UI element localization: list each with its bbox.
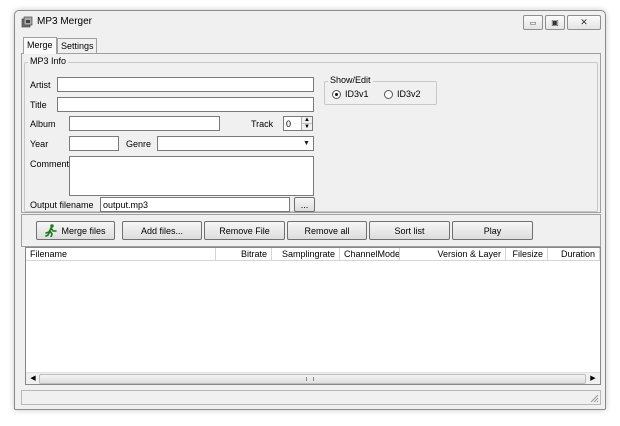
file-list[interactable]: Filename Bitrate Samplingrate ChannelMod… [25,247,601,385]
browse-button[interactable]: ... [294,197,315,212]
merge-files-label: Merge files [61,225,106,236]
add-files-button[interactable]: Add files... [122,221,202,240]
main-window: MP3 Merger ▭ ▣ ✕ Merge Settings MP3 Info… [14,10,606,410]
genre-select[interactable]: ▼ [157,136,314,151]
title-field[interactable] [57,97,314,112]
artist-field[interactable] [57,77,314,92]
genre-label: Genre [126,139,152,149]
running-man-icon [45,224,58,237]
comment-label: Comment [30,159,70,169]
spin-down-icon[interactable]: ▼ [302,124,312,130]
horizontal-scrollbar[interactable]: ◀ ▶ [26,372,600,384]
tab-settings-label: Settings [61,41,94,51]
tab-merge[interactable]: Merge [23,37,57,54]
status-bar [21,390,601,405]
tab-settings[interactable]: Settings [57,38,97,54]
column-filesize[interactable]: Filesize [506,248,548,261]
file-list-header: Filename Bitrate Samplingrate ChannelMod… [26,248,600,261]
comment-field[interactable] [69,156,314,196]
column-samplingrate[interactable]: Samplingrate [272,248,340,261]
maximize-button[interactable]: ▣ [545,15,565,30]
track-value: 0 [286,119,292,129]
show-edit-legend: Show/Edit [328,75,373,85]
arrow-left-icon[interactable]: ◀ [28,374,38,384]
play-button[interactable]: Play [452,221,533,240]
spin-up-icon[interactable]: ▲ [302,117,312,124]
chevron-down-icon[interactable]: ▼ [301,137,312,150]
remove-all-button[interactable]: Remove all [287,221,367,240]
track-spinner[interactable]: 0 ▲ ▼ [283,116,313,131]
minimize-button[interactable]: ▭ [523,15,543,30]
column-filename[interactable]: Filename [26,248,216,261]
sort-list-button[interactable]: Sort list [369,221,450,240]
column-bitrate[interactable]: Bitrate [216,248,272,261]
close-button[interactable]: ✕ [567,15,601,30]
grip-lines-icon [306,377,314,381]
output-filename-field[interactable]: output.mp3 [100,197,290,212]
merge-files-button[interactable]: Merge files [36,221,115,240]
tab-merge-label: Merge [27,40,53,50]
id3v2-label: ID3v2 [397,89,421,99]
title-label: Title [30,100,47,110]
id3v2-radio[interactable]: ID3v2 [384,89,421,99]
action-toolbar: Merge files Add files... Remove File Rem… [21,214,601,247]
window-title: MP3 Merger [37,16,93,27]
music-file-icon [21,16,33,28]
year-field[interactable] [69,136,119,151]
merge-tab-panel: MP3 Info Artist Title Album Track 0 ▲ ▼ … [21,53,601,213]
id3v1-radio[interactable]: ID3v1 [332,89,369,99]
year-label: Year [30,139,49,149]
output-filename-label: Output filename [30,200,94,210]
maximize-icon: ▣ [551,18,559,27]
column-duration[interactable]: Duration [548,248,600,261]
id3v1-radio-dot[interactable] [332,89,341,99]
scrollbar-thumb[interactable] [39,374,586,384]
minimize-icon: ▭ [529,19,537,27]
remove-file-button[interactable]: Remove File [204,221,285,240]
album-field[interactable] [69,116,220,131]
track-spin-buttons[interactable]: ▲ ▼ [301,117,312,130]
column-version-layer[interactable]: Version & Layer [400,248,506,261]
mp3-info-legend: MP3 Info [28,56,69,66]
id3v2-radio-dot[interactable] [384,89,393,99]
id3v1-label: ID3v1 [345,89,369,99]
arrow-right-icon[interactable]: ▶ [588,374,598,384]
resize-grip-icon[interactable] [589,393,599,403]
close-icon: ✕ [580,17,588,27]
track-label: Track [251,119,274,129]
album-label: Album [30,119,56,129]
column-channelmode[interactable]: ChannelMode [340,248,400,261]
artist-label: Artist [30,80,51,90]
